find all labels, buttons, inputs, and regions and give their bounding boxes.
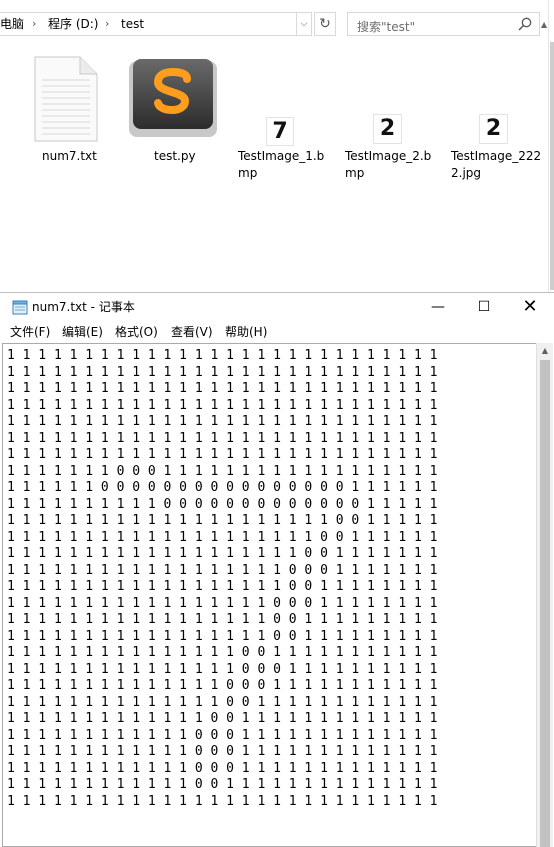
document-text[interactable]: 1 1 1 1 1 1 1 1 1 1 1 1 1 1 1 1 1 1 1 1 … (7, 348, 437, 810)
text-line[interactable]: 1 1 1 1 1 1 1 1 1 1 1 1 1 1 1 1 1 0 0 1 … (7, 629, 437, 644)
text-line[interactable]: 1 1 1 1 1 1 1 1 1 1 1 1 1 1 1 1 1 1 1 1 … (7, 365, 437, 380)
address-dropdown-chevron-icon[interactable]: ⌵ (296, 12, 312, 36)
text-line[interactable]: 1 1 1 1 1 1 1 1 1 1 1 1 0 0 0 1 1 1 1 1 … (7, 728, 437, 743)
menu-format[interactable]: 格式(O) (115, 325, 158, 339)
scroll-up-icon[interactable]: ▲ (541, 20, 547, 29)
breadcrumb-test[interactable]: test (121, 17, 144, 31)
close-icon[interactable]: ✕ (507, 293, 553, 321)
address-bar[interactable]: 电脑 › 程序 (D:) › test (0, 12, 310, 36)
text-line[interactable]: 1 1 1 1 1 1 1 1 1 1 1 1 1 1 1 0 0 0 1 1 … (7, 662, 437, 677)
text-editor-area[interactable]: 1 1 1 1 1 1 1 1 1 1 1 1 1 1 1 1 1 1 1 1 … (2, 343, 536, 847)
file-name: TestImage_222 2.jpg (451, 149, 542, 180)
file-name: test.py (154, 149, 196, 163)
text-line[interactable]: 1 1 1 1 1 1 1 1 1 1 1 1 1 1 1 1 1 1 1 1 … (7, 348, 437, 363)
image-thumbnail: 2 (479, 114, 508, 144)
text-line[interactable]: 1 1 1 1 1 1 1 1 1 1 0 0 0 0 0 0 0 0 0 0 … (7, 497, 437, 512)
file-name: TestImage_2.b mp (345, 149, 432, 180)
text-line[interactable]: 1 1 1 1 1 1 1 1 1 1 1 1 1 1 1 1 1 1 0 0 … (7, 563, 437, 578)
text-line[interactable]: 1 1 1 1 1 1 1 1 1 1 1 1 1 1 1 1 1 1 1 1 … (7, 431, 437, 446)
menu-bar: 文件(F) 编辑(E) 格式(O) 查看(V) 帮助(H) (0, 321, 554, 343)
explorer-scrollbar[interactable] (548, 0, 554, 292)
menu-file[interactable]: 文件(F) (10, 325, 50, 339)
scrollbar-thumb[interactable] (540, 360, 550, 847)
search-icon[interactable] (517, 16, 533, 32)
text-line[interactable]: 1 1 1 1 1 1 1 1 1 1 1 1 1 1 1 1 1 0 0 0 … (7, 596, 437, 611)
text-line[interactable]: 1 1 1 1 1 1 1 1 1 1 1 1 1 1 1 1 1 1 1 1 … (7, 447, 437, 462)
breadcrumb-separator-icon[interactable]: › (105, 17, 109, 30)
sublime-text-icon (129, 59, 217, 137)
text-line[interactable]: 1 1 1 1 1 1 1 1 1 1 1 1 1 1 1 1 1 1 1 0 … (7, 546, 437, 561)
title-bar[interactable]: num7.txt - 记事本 — ☐ ✕ (0, 293, 554, 321)
text-line[interactable]: 1 1 1 1 1 1 1 1 1 1 1 1 1 1 1 1 1 1 1 1 … (7, 414, 437, 429)
text-line[interactable]: 1 1 1 1 1 1 1 1 1 1 1 1 1 1 1 1 1 1 1 1 … (7, 794, 437, 809)
text-line[interactable]: 1 1 1 1 1 1 1 1 1 1 1 1 1 1 1 1 1 0 0 1 … (7, 612, 437, 627)
search-placeholder: 搜索"test" (357, 20, 416, 34)
menu-edit[interactable]: 编辑(E) (62, 325, 103, 339)
text-line[interactable]: 1 1 1 1 1 1 1 1 1 1 1 1 0 0 1 1 1 1 1 1 … (7, 777, 437, 792)
text-line[interactable]: 1 1 1 1 1 1 1 1 1 1 1 1 1 1 1 0 0 1 1 1 … (7, 645, 437, 660)
notepad-icon (12, 300, 28, 315)
minimize-icon[interactable]: — (415, 293, 461, 321)
text-line[interactable]: 1 1 1 1 1 1 1 1 1 1 1 1 1 0 0 1 1 1 1 1 … (7, 711, 437, 726)
file-name: num7.txt (42, 149, 97, 163)
menu-view[interactable]: 查看(V) (171, 325, 213, 339)
scrollbar-thumb[interactable] (550, 42, 554, 290)
file-name: TestImage_1.b mp (238, 149, 325, 180)
scroll-up-icon[interactable]: ▲ (537, 343, 553, 359)
text-line[interactable]: 1 1 1 1 1 1 1 0 0 0 1 1 1 1 1 1 1 1 1 1 … (7, 464, 437, 479)
text-line[interactable]: 1 1 1 1 1 1 1 1 1 1 1 1 1 1 0 0 1 1 1 1 … (7, 695, 437, 710)
text-line[interactable]: 1 1 1 1 1 1 1 1 1 1 1 1 1 1 0 0 0 1 1 1 … (7, 678, 437, 693)
text-line[interactable]: 1 1 1 1 1 1 1 1 1 1 1 1 1 1 1 1 1 1 1 1 … (7, 530, 437, 545)
maximize-icon[interactable]: ☐ (461, 293, 507, 321)
search-input[interactable]: 搜索"test" (347, 12, 540, 36)
breadcrumb-drive-d[interactable]: 程序 (D:) (48, 17, 98, 31)
text-line[interactable]: 1 1 1 1 1 1 1 1 1 1 1 1 1 1 1 1 1 1 1 1 … (7, 381, 437, 396)
breadcrumb-computer[interactable]: 电脑 (0, 17, 24, 31)
text-line[interactable]: 1 1 1 1 1 1 1 1 1 1 1 1 1 1 1 1 1 1 1 1 … (7, 398, 437, 413)
menu-help[interactable]: 帮助(H) (225, 325, 267, 339)
breadcrumb-separator-icon[interactable]: › (32, 17, 36, 30)
text-line[interactable]: 1 1 1 1 1 1 1 1 1 1 1 1 0 0 0 1 1 1 1 1 … (7, 744, 437, 759)
window-title: num7.txt - 记事本 (32, 300, 135, 314)
image-thumbnail: 7 (266, 117, 294, 146)
notepad-window: num7.txt - 记事本 — ☐ ✕ 文件(F) 编辑(E) 格式(O) 查… (0, 292, 554, 847)
text-line[interactable]: 1 1 1 1 1 1 0 0 0 0 0 0 0 0 0 0 0 0 0 0 … (7, 480, 437, 495)
vertical-scrollbar[interactable]: ▲ (536, 343, 553, 847)
image-thumbnail: 2 (373, 114, 402, 144)
text-line[interactable]: 1 1 1 1 1 1 1 1 1 1 1 1 1 1 1 1 1 1 1 1 … (7, 513, 437, 528)
text-line[interactable]: 1 1 1 1 1 1 1 1 1 1 1 1 1 1 1 1 1 1 0 0 … (7, 579, 437, 594)
text-line[interactable]: 1 1 1 1 1 1 1 1 1 1 1 1 0 0 0 1 1 1 1 1 … (7, 761, 437, 776)
refresh-icon[interactable]: ↻ (314, 12, 336, 36)
text-file-icon (34, 56, 98, 142)
file-explorer-window: 电脑 › 程序 (D:) › test ⌵ ↻ 搜索"test" ▲ num7.… (0, 0, 554, 292)
